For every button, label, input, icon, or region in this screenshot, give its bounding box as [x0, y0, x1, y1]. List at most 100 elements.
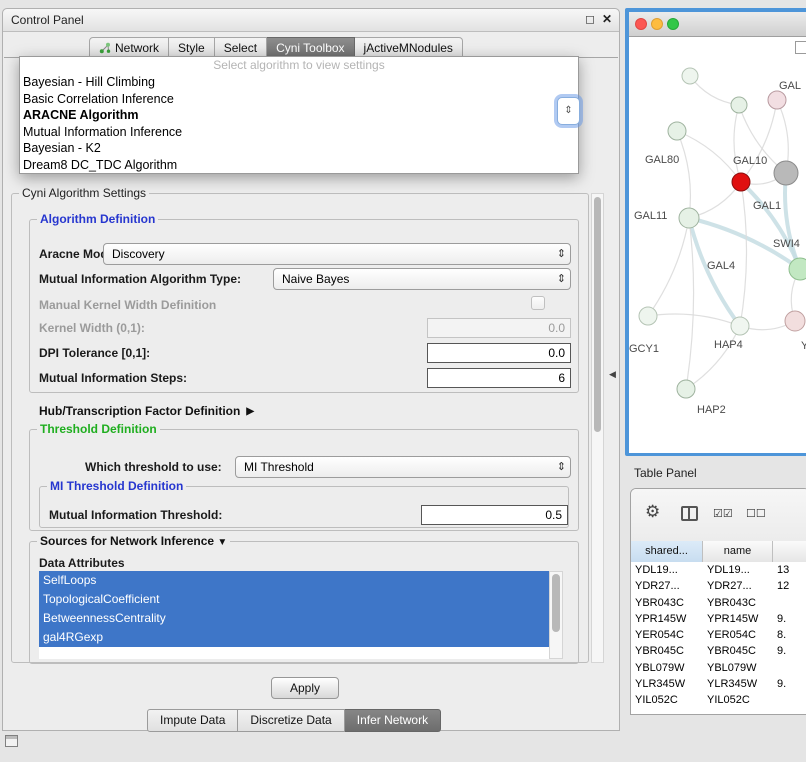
- control-panel: Control Panel ◻ ✕ NetworkStyleSelectCyni…: [2, 8, 620, 731]
- table-cell-shared: YER054C: [635, 627, 701, 643]
- panel-title: Control Panel: [11, 13, 84, 27]
- control-panel-titlebar[interactable]: Control Panel ◻ ✕: [3, 9, 619, 32]
- network-edge[interactable]: [686, 218, 694, 389]
- bottom-tab-bar: Impute DataDiscretize DataInfer Network: [147, 709, 441, 732]
- network-node[interactable]: [677, 380, 695, 398]
- attribute-list[interactable]: SelfLoopsTopologicalCoefficientBetweenne…: [39, 571, 549, 659]
- collapse-down-icon: ▼: [217, 537, 227, 548]
- network-edge[interactable]: [677, 131, 741, 182]
- which-threshold-value: MI Threshold: [244, 460, 314, 474]
- scrollbar-thumb[interactable]: [594, 197, 601, 432]
- table-row[interactable]: YLR345WYLR345W9.: [631, 676, 806, 692]
- close-icon[interactable]: ✕: [602, 12, 612, 26]
- splitter-collapse-icon[interactable]: ◀: [609, 369, 616, 380]
- scrollbar-thumb[interactable]: [552, 574, 560, 632]
- aracne-mode-select[interactable]: Discovery ⇕: [103, 243, 571, 265]
- network-node[interactable]: [774, 161, 798, 185]
- mini-panel-icon[interactable]: [5, 735, 18, 747]
- mi-steps-field[interactable]: [427, 368, 571, 388]
- network-edge[interactable]: [690, 76, 739, 105]
- bottom-tab-impute-data[interactable]: Impute Data: [147, 709, 238, 732]
- network-node[interactable]: [639, 307, 657, 325]
- table-row[interactable]: YDL19...YDL19...13: [631, 562, 806, 578]
- select-all-checks-icon[interactable]: ☑☑: [713, 507, 733, 520]
- table-row[interactable]: YBL079WYBL079W: [631, 660, 806, 676]
- bottom-tab-infer-network[interactable]: Infer Network: [345, 709, 441, 732]
- table-row[interactable]: YIL052CYIL052C: [631, 692, 806, 708]
- chevron-updown-icon: ⇕: [557, 247, 566, 260]
- attribute-item[interactable]: gal4RGexp: [39, 628, 549, 647]
- table-row[interactable]: YPR145WYPR145W9.: [631, 611, 806, 627]
- network-node[interactable]: [731, 317, 749, 335]
- column-header-shared[interactable]: shared...: [631, 541, 703, 562]
- network-edge[interactable]: [648, 314, 740, 326]
- column-header-name[interactable]: name: [703, 541, 773, 562]
- which-threshold-select[interactable]: MI Threshold ⇕: [235, 456, 571, 478]
- network-edge[interactable]: [740, 182, 747, 326]
- hub-definition-expander[interactable]: Hub/Transcription Factor Definition ▶: [39, 404, 254, 418]
- float-window-icon[interactable]: ◻: [585, 12, 595, 26]
- mi-type-value: Naive Bayes: [282, 272, 349, 286]
- zoom-traffic-light[interactable]: [667, 18, 679, 30]
- network-node[interactable]: [732, 173, 750, 191]
- algorithm-option[interactable]: Bayesian - Hill Climbing: [20, 74, 578, 91]
- network-view-window[interactable]: GALGAL80GAL10GAL11GAL1SWI4GAL4GCY1HAP4HA…: [625, 8, 806, 456]
- gear-icon[interactable]: ⚙: [645, 502, 660, 522]
- network-node[interactable]: [679, 208, 699, 228]
- minimize-traffic-light[interactable]: [651, 18, 663, 30]
- apply-button[interactable]: Apply: [271, 677, 339, 699]
- algorithm-option[interactable]: Mutual Information Inference: [20, 124, 578, 141]
- network-canvas[interactable]: GALGAL80GAL10GAL11GAL1SWI4GAL4GCY1HAP4HA…: [629, 37, 806, 453]
- algorithm-dropdown-popup: Select algorithm to view settings Bayesi…: [19, 56, 579, 174]
- table-row[interactable]: YDR27...YDR27...12: [631, 578, 806, 594]
- attribute-item[interactable]: SelfLoops: [39, 571, 549, 590]
- network-edge[interactable]: [734, 105, 741, 182]
- network-node[interactable]: [789, 258, 806, 280]
- table-row[interactable]: YBR043CYBR043C: [631, 595, 806, 611]
- chevron-updown-icon: ⇕: [557, 460, 566, 473]
- network-edge[interactable]: [689, 218, 740, 326]
- attribute-item[interactable]: BetweennessCentrality: [39, 609, 549, 628]
- network-edge[interactable]: [741, 100, 777, 182]
- table-cell-extra: 8.: [777, 627, 806, 643]
- algorithm-option[interactable]: ARACNE Algorithm: [20, 107, 578, 124]
- mi-steps-label: Mutual Information Steps:: [39, 371, 187, 385]
- network-node[interactable]: [785, 311, 805, 331]
- columns-icon[interactable]: [681, 506, 698, 521]
- network-edge[interactable]: [686, 326, 740, 389]
- column-header-extra[interactable]: [773, 541, 806, 562]
- dpi-tolerance-field[interactable]: [427, 343, 571, 363]
- mi-threshold-field[interactable]: [421, 505, 568, 525]
- table-cell-extra: 12: [777, 578, 806, 594]
- network-edge[interactable]: [648, 218, 689, 316]
- algorithm-option[interactable]: Basic Correlation Inference: [20, 91, 578, 108]
- network-node[interactable]: [731, 97, 747, 113]
- algorithm-definition-title: Algorithm Definition: [37, 212, 158, 226]
- deselect-all-checks-icon[interactable]: ☐☐: [746, 507, 766, 520]
- manual-kernel-label: Manual Kernel Width Definition: [39, 298, 216, 312]
- network-node[interactable]: [768, 91, 786, 109]
- network-edge[interactable]: [677, 131, 690, 218]
- node-label: GAL11: [634, 210, 667, 222]
- settings-scrollbar[interactable]: [591, 193, 604, 663]
- sources-group-title[interactable]: Sources for Network Inference ▼: [37, 534, 230, 548]
- algorithm-option[interactable]: Bayesian - K2: [20, 140, 578, 157]
- table-row[interactable]: YER054CYER054C8.: [631, 627, 806, 643]
- table-cell-name: YBL079W: [707, 660, 771, 676]
- algorithm-combobox-button[interactable]: ⇕: [557, 97, 580, 125]
- attribute-list-scrollbar[interactable]: [549, 571, 563, 659]
- network-node[interactable]: [668, 122, 686, 140]
- manual-kernel-checkbox[interactable]: [531, 296, 545, 310]
- algorithm-option[interactable]: Dream8 DC_TDC Algorithm: [20, 157, 578, 174]
- network-icon: [99, 42, 111, 54]
- mi-type-select[interactable]: Naive Bayes ⇕: [273, 268, 571, 290]
- network-edge[interactable]: [741, 182, 800, 269]
- attribute-item[interactable]: TopologicalCoefficient: [39, 590, 549, 609]
- table-row[interactable]: YBR045CYBR045C9.: [631, 643, 806, 659]
- bottom-tab-discretize-data[interactable]: Discretize Data: [238, 709, 344, 732]
- close-traffic-light[interactable]: [635, 18, 647, 30]
- network-window-titlebar[interactable]: [629, 12, 806, 37]
- table-cell-extra: 9.: [777, 611, 806, 627]
- network-node[interactable]: [682, 68, 698, 84]
- kernel-width-field[interactable]: [427, 318, 571, 338]
